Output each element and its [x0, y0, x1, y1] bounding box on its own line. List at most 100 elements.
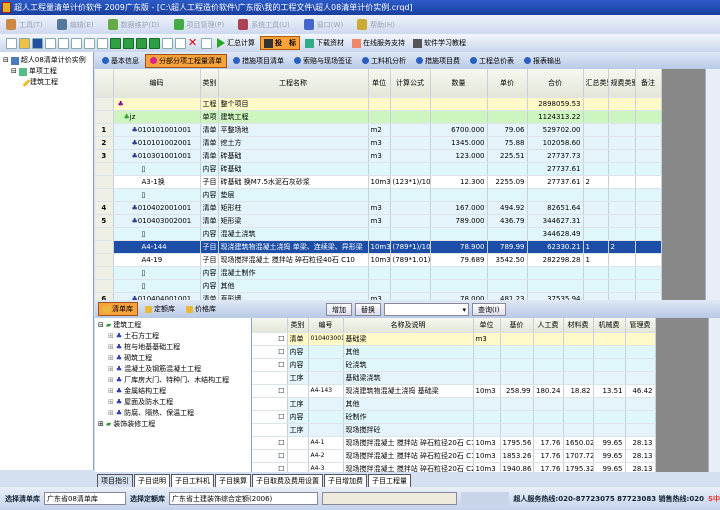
cell-name[interactable]: 现场搅拌混凝土 搅拌站 碎石粒径20石 C20: [343, 462, 474, 472]
move-up-icon[interactable]: [110, 37, 121, 49]
copy-icon[interactable]: [84, 37, 95, 49]
cell-mat[interactable]: [563, 358, 594, 372]
cell-name[interactable]: 其他: [218, 279, 369, 293]
cell-unit[interactable]: m3: [368, 201, 391, 215]
cell-code[interactable]: A4-143: [308, 384, 344, 398]
cell-note[interactable]: [635, 214, 662, 228]
cell-formula[interactable]: [390, 292, 431, 300]
cell-note[interactable]: [635, 123, 662, 137]
move-down-icon[interactable]: [123, 37, 134, 49]
cell-type[interactable]: 子目: [200, 253, 219, 267]
cell-formula[interactable]: [390, 136, 431, 150]
cell-mgmt[interactable]: [625, 345, 656, 359]
lib-tree-item[interactable]: ⊞ ♣ 砌筑工程: [98, 353, 248, 364]
cell-type[interactable]: 内容: [200, 188, 219, 202]
cell-unit[interactable]: [368, 97, 391, 111]
cell-fee[interactable]: [608, 279, 636, 293]
column-header[interactable]: 编号: [308, 318, 344, 333]
cell-sum[interactable]: [583, 162, 609, 176]
library-scrollbar[interactable]: [708, 318, 720, 472]
checkbox-cell[interactable]: ☐: [252, 332, 288, 346]
checkbox-cell[interactable]: ☐: [252, 462, 288, 472]
cell-mgmt[interactable]: 46.42: [625, 384, 656, 398]
column-header[interactable]: 备注: [635, 69, 662, 98]
bottom-tab-5[interactable]: 子目增加费: [324, 474, 367, 487]
cell-type[interactable]: 工序: [287, 423, 309, 437]
cell-name[interactable]: 砖基础: [218, 162, 369, 176]
cell-total[interactable]: 27737.61: [527, 175, 584, 189]
cell-fee[interactable]: [608, 201, 636, 215]
cell-formula[interactable]: [390, 266, 431, 280]
cell-code[interactable]: ♣010301001001: [113, 149, 201, 163]
table-row[interactable]: 2 ♣010101002001 清单 挖土方 m3 1345.000 75.88 102058…: [95, 136, 662, 150]
expand-icon[interactable]: ⊞: [108, 331, 114, 342]
quota-lib-select[interactable]: 广东省土建装饰综合定额(2006): [169, 492, 319, 505]
expand-icon[interactable]: ⊞: [108, 408, 114, 419]
checkbox-cell[interactable]: [252, 423, 288, 437]
cell-formula[interactable]: [390, 149, 431, 163]
cell-price[interactable]: 494.92: [487, 201, 528, 215]
cell-formula[interactable]: [390, 97, 431, 111]
insert-row-icon[interactable]: [162, 37, 173, 49]
tree-node-building[interactable]: 建筑工程: [3, 77, 90, 88]
column-header[interactable]: 人工费: [533, 318, 564, 333]
checkbox-cell[interactable]: [252, 371, 288, 385]
cell-formula[interactable]: [390, 162, 431, 176]
cell-code[interactable]: ♣010403002001: [113, 214, 201, 228]
table-row[interactable]: A3-1换 子目 砖基础 换M7.5水泥石灰砂浆 10m3 (123*1)/10 12.3…: [95, 175, 662, 189]
cell-note[interactable]: [635, 97, 662, 111]
download-button[interactable]: 下载资材: [302, 36, 347, 50]
cell-type[interactable]: 清单: [200, 123, 219, 137]
column-header[interactable]: 类别: [200, 69, 219, 98]
cell-note[interactable]: [635, 292, 662, 300]
cell-qty[interactable]: [430, 97, 488, 111]
cell-base[interactable]: [500, 345, 534, 359]
cell-total[interactable]: 102058.60: [527, 136, 584, 150]
cell-total[interactable]: 37535.94: [527, 292, 584, 300]
cell-labor[interactable]: [533, 371, 564, 385]
cell-formula[interactable]: [390, 188, 431, 202]
cell-unit[interactable]: [473, 423, 501, 437]
cell-formula[interactable]: (789*1.01)/10: [390, 253, 431, 267]
cell-total[interactable]: 27737.61: [527, 162, 584, 176]
cell-name[interactable]: 基础梁浇筑: [343, 371, 474, 385]
cell-type[interactable]: 内容: [287, 358, 309, 372]
cell-sum[interactable]: 1: [583, 240, 609, 254]
bottom-tab-4[interactable]: 子目取费及费用设置: [252, 474, 323, 487]
cell-type[interactable]: [287, 384, 309, 398]
query-button[interactable]: 查询(I): [472, 302, 506, 316]
cell-type[interactable]: 内容: [287, 410, 309, 424]
cell-code[interactable]: 010403001: [308, 332, 344, 346]
column-header[interactable]: 名称及说明: [343, 318, 474, 333]
table-row[interactable]: 1 ♣010101001001 清单 平整场地 m2 6700.000 79.06 52970…: [95, 123, 662, 137]
cell-code[interactable]: A3-1换: [113, 175, 201, 189]
expand-icon[interactable]: ⊞: [108, 364, 114, 375]
cell-fee[interactable]: [608, 292, 636, 300]
cell-note[interactable]: [635, 175, 662, 189]
tree-node-single[interactable]: ⊟ 单项工程: [3, 66, 90, 77]
table-row[interactable]: 5 ♣010403002001 清单 矩形梁 m3 789.000 436.79 344627…: [95, 214, 662, 228]
cell-unit[interactable]: 10m3: [368, 240, 391, 254]
lib-tree-item[interactable]: ⊞ ♣ 防腐、隔热、保温工程: [98, 408, 248, 419]
cell-name[interactable]: 整个项目: [218, 97, 369, 111]
table-row[interactable]: A4-19 子目 现场搅拌混凝土 搅拌站 碎石粒径40石 C10 10m3 (789*1…: [95, 253, 662, 267]
column-header[interactable]: 单位: [368, 69, 391, 98]
cell-labor[interactable]: 17.76: [533, 449, 564, 463]
cell-base[interactable]: 1853.26: [500, 449, 534, 463]
cell-mat[interactable]: [563, 332, 594, 346]
cell-total[interactable]: 27737.73: [527, 149, 584, 163]
cell-fee[interactable]: [608, 214, 636, 228]
lib-tree-item[interactable]: ⊞ ♣ 桩与地基基础工程: [98, 342, 248, 353]
table-row[interactable]: ▯ 内容 砖基础 27737.61: [95, 162, 662, 176]
move-left-icon[interactable]: [136, 37, 147, 49]
cell-fee[interactable]: [608, 162, 636, 176]
menu-item[interactable]: 工具(T): [6, 19, 43, 30]
cell-formula[interactable]: (789*1)/10: [390, 240, 431, 254]
cell-code[interactable]: ▯: [113, 279, 201, 293]
tutorial-button[interactable]: 软件学习教程: [410, 36, 469, 50]
column-header[interactable]: 汇总类别: [583, 69, 609, 98]
cell-unit[interactable]: m3: [368, 214, 391, 228]
cell-mgmt[interactable]: [625, 332, 656, 346]
cell-total[interactable]: 344628.49: [527, 227, 584, 241]
list-lib-select[interactable]: 广东省08清单库: [44, 492, 127, 505]
